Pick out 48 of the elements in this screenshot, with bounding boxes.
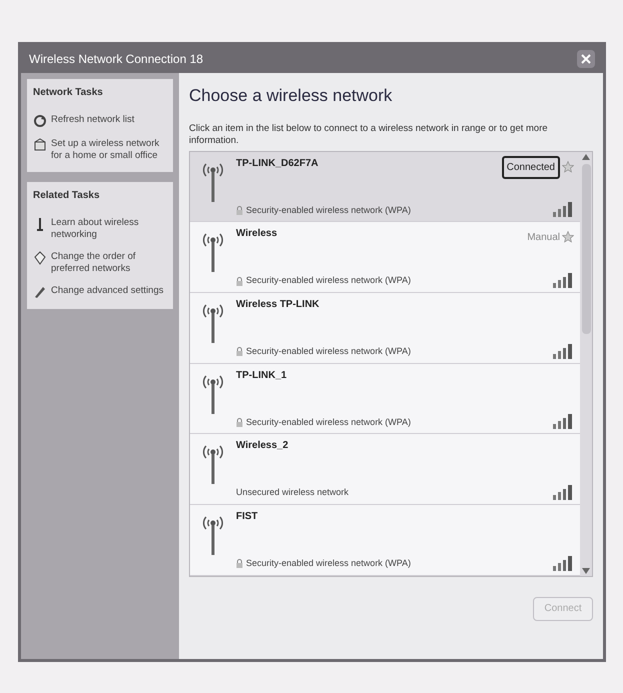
network-row[interactable]: TP-LINK_1 Security-enabled wireless network (WPA) (190, 364, 580, 434)
task-link[interactable]: Change the order of preferred networks (51, 251, 167, 275)
close-icon (581, 54, 591, 64)
panel-title: Related Tasks (33, 189, 101, 203)
security-text: Security-enabled wireless network (WPA) (246, 345, 411, 358)
status-label: Manual (527, 230, 560, 245)
instructions-text: Click an item in the list below to connect to a wireless network in range or to get more information. (189, 122, 549, 146)
window-title: Wireless Network Connection 18 (29, 51, 204, 68)
scrollbar[interactable] (580, 152, 592, 576)
task-link[interactable]: Set up a wireless network for a home or small office (51, 138, 167, 162)
star-icon (562, 231, 574, 244)
star-icon (562, 161, 574, 173)
signal-strength-icon (552, 554, 574, 571)
network-name: Wireless_2 (236, 439, 290, 454)
network-name: TP-LINK_1 (236, 368, 288, 383)
network-row[interactable]: Wireless_2 Unsecured wireless network (190, 434, 580, 505)
panel-heading: Choose a wireless network (189, 85, 394, 107)
network-name: TP-LINK_D62F7A (236, 156, 320, 170)
task-icon (33, 285, 47, 299)
panel-title: Network Tasks (33, 86, 104, 100)
network-row[interactable]: Wireless Security-enabled wireless network (WPA) Manual (190, 222, 580, 293)
signal-strength-icon (552, 201, 574, 218)
scroll-thumb[interactable] (582, 164, 590, 334)
network-name: FIST (236, 510, 259, 524)
scroll-down-icon (582, 568, 590, 574)
task-link[interactable]: Learn about wireless networking (51, 217, 167, 241)
network-name: Wireless TP-LINK (236, 298, 320, 312)
status-label: Connected (502, 156, 560, 178)
task-icon (33, 114, 47, 128)
task-link[interactable]: Refresh network list (51, 114, 134, 126)
signal-strength-icon (552, 413, 574, 430)
task-link[interactable]: Change advanced settings (51, 285, 164, 297)
security-text: Unsecured wireless network (236, 486, 349, 500)
security-text: Security-enabled wireless network (WPA) (246, 204, 411, 217)
task-icon (33, 251, 47, 265)
close-button[interactable] (577, 50, 595, 68)
signal-strength-icon (552, 342, 574, 359)
signal-strength-icon (552, 484, 574, 500)
task-icon (33, 138, 47, 152)
security-text: Security-enabled wireless network (WPA) (246, 557, 411, 570)
network-row[interactable]: Wireless TP-LINK Security-enabled wireless network (WPA) (190, 292, 580, 364)
security-text: Security-enabled wireless network (WPA) (246, 416, 411, 429)
scroll-up-icon (582, 154, 590, 160)
network-row[interactable]: TP-LINK_D62F7A Security-enabled wireless network (WPA) Connected (190, 152, 580, 222)
network-row[interactable]: FIST Security-enabled wireless network (WPA) (190, 504, 580, 576)
signal-strength-icon (552, 272, 574, 288)
network-name: Wireless (236, 227, 278, 242)
security-text: Security-enabled wireless network (WPA) (246, 274, 411, 288)
